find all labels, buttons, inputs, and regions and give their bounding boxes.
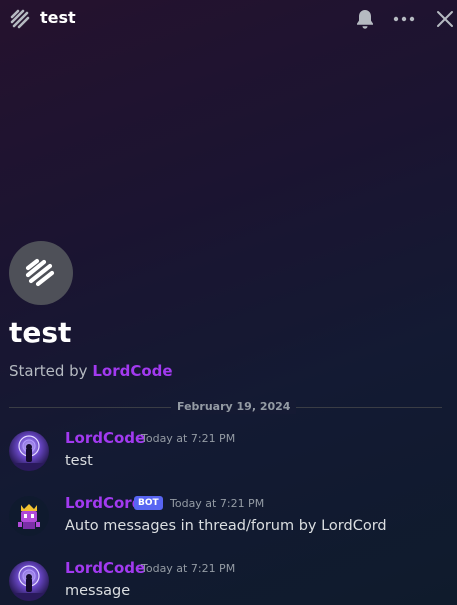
thread-intro-title: test <box>9 316 72 349</box>
thread-icon <box>25 258 55 287</box>
bell-icon[interactable] <box>353 7 377 31</box>
more-options-icon[interactable] <box>392 7 416 31</box>
message-text: message <box>65 583 131 599</box>
message: LordCord BOT Today at 7:21 PM Auto messa… <box>0 493 457 543</box>
message-author[interactable]: LordCode <box>65 428 145 448</box>
message-author[interactable]: LordCode <box>65 558 145 578</box>
user-avatar[interactable] <box>9 431 49 471</box>
message: LordCode Today at 7:21 PM test <box>0 428 457 478</box>
started-by-line: Started by LordCode <box>9 361 173 381</box>
message-timestamp: Today at 7:21 PM <box>170 497 265 510</box>
thread-title: test <box>40 8 76 27</box>
thread-header: test <box>0 0 457 38</box>
started-by-label: Started by <box>9 362 88 380</box>
message-author[interactable]: LordCord <box>65 493 142 513</box>
message-text: Auto messages in thread/forum by LordCor… <box>65 518 387 534</box>
bot-badge: BOT <box>134 496 163 510</box>
date-divider-label: February 19, 2024 <box>171 400 297 414</box>
thread-avatar <box>9 241 73 305</box>
user-avatar[interactable] <box>9 561 49 601</box>
close-icon[interactable] <box>433 7 457 31</box>
bot-avatar[interactable] <box>9 496 49 536</box>
message: LordCode Today at 7:21 PM message <box>0 558 457 605</box>
message-text: test <box>65 453 93 469</box>
message-timestamp: Today at 7:21 PM <box>141 432 236 445</box>
thread-icon <box>9 8 31 30</box>
started-by-user[interactable]: LordCode <box>92 362 172 380</box>
message-timestamp: Today at 7:21 PM <box>141 562 236 575</box>
